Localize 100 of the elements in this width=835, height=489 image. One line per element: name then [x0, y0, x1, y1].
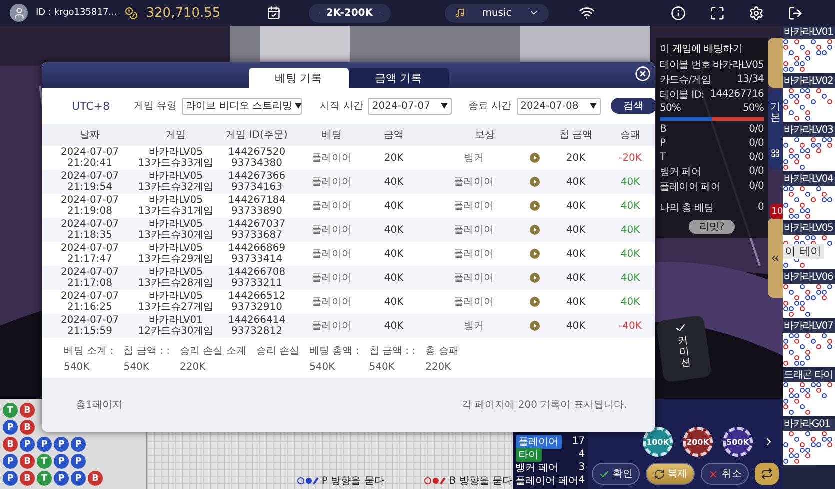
play-icon[interactable]: [530, 177, 540, 187]
limit-dropdown[interactable]: 2K-200K: [308, 4, 391, 22]
road-map[interactable]: [783, 39, 835, 73]
table-name[interactable]: 드래곤 타이: [783, 370, 835, 382]
play-icon[interactable]: [530, 225, 540, 235]
column-header: 칩 금액: [558, 130, 594, 140]
bet-value: 0/0: [749, 181, 764, 192]
close-icon[interactable]: [635, 66, 651, 82]
bet-label: 뱅커 페어: [660, 166, 702, 178]
road-map[interactable]: [783, 137, 835, 171]
road-map[interactable]: [783, 431, 835, 465]
play-icon[interactable]: [530, 201, 540, 211]
table-name[interactable]: 바카라LV06: [783, 272, 835, 284]
table-cell-text: 40K: [565, 224, 587, 236]
timezone-label: UTC+8: [72, 100, 110, 112]
road-map[interactable]: [783, 186, 835, 220]
info-icon[interactable]: [671, 6, 686, 20]
bead: B: [20, 471, 35, 486]
info-label: 테이블 ID:: [660, 88, 704, 102]
overlay-text: 이 테이: [783, 244, 824, 259]
bet-label: T: [660, 152, 666, 163]
table-cell-text: 40K: [565, 176, 587, 188]
bead: P: [54, 471, 69, 486]
table-cell-text: 40K: [565, 272, 587, 284]
road-map-drawing: [783, 333, 835, 367]
start-date-select[interactable]: 2024-07-07: [368, 98, 452, 114]
table-cell-text: 40K: [620, 176, 642, 188]
end-time-label: 종료 시간: [468, 100, 512, 113]
table-cell-text: 144266512 93732910: [227, 291, 287, 313]
table-cell-text: 플레이어: [453, 272, 495, 284]
music-dropdown[interactable]: music: [445, 4, 549, 22]
bead: P: [3, 471, 18, 486]
table-name[interactable]: 바카라LV05: [783, 223, 835, 235]
end-date-select[interactable]: 2024-07-08: [516, 98, 601, 114]
road-map[interactable]: [783, 88, 835, 122]
table-cell: 바카라LV05 13카드슈30게임: [138, 219, 214, 241]
stat-label: 플레이어: [516, 434, 562, 448]
table-cell-text: 144267037 93733687: [227, 219, 287, 241]
settings-icon[interactable]: [749, 6, 764, 20]
play-icon[interactable]: [530, 273, 540, 283]
table-name[interactable]: 바카라G01: [783, 419, 835, 431]
fullscreen-icon[interactable]: [710, 6, 725, 20]
stat-count: 4: [578, 475, 586, 486]
play-icon[interactable]: [530, 153, 540, 163]
table-cell-text: 40K: [565, 248, 587, 260]
road-hint[interactable]: P 방향을 묻다: [322, 474, 384, 488]
game-type-select[interactable]: 라이브 비디오 스트리밍: [182, 98, 302, 114]
exit-icon[interactable]: [788, 6, 803, 20]
table-name[interactable]: 바카라LV01: [783, 27, 835, 39]
table-cell-text: 40K: [383, 320, 405, 332]
table-cell: 바카라LV05 13카드슈32게임: [138, 171, 214, 193]
table-cell-text: 2024-07-07 21:15:59: [60, 315, 120, 337]
table-cell-text: 40K: [565, 296, 587, 308]
info-value: 144267716: [710, 89, 764, 100]
road-map-drawing: [783, 284, 835, 318]
table-cell-text: 40K: [620, 200, 642, 212]
table-cell-text: 40K: [383, 296, 405, 308]
dialog-tab[interactable]: 금액 기록: [348, 68, 448, 88]
bead: T: [37, 471, 52, 486]
table-cell-text: 2024-07-07 21:17:47: [60, 243, 120, 265]
cancel-button[interactable]: 취소: [700, 463, 749, 485]
chip[interactable]: 200K: [683, 427, 713, 457]
search-button[interactable]: 검색: [610, 98, 655, 114]
bet-value: 0/0: [749, 152, 764, 163]
table-name[interactable]: 바카라LV04: [783, 174, 835, 186]
bet-value: 0/0: [749, 138, 764, 149]
table-cell-text: 플레이어: [453, 200, 495, 212]
dialog-tab[interactable]: 베팅 기록: [248, 68, 348, 88]
table-cell-text: 144267184 93733890: [227, 195, 287, 217]
table-name[interactable]: 바카라LV03: [783, 125, 835, 137]
chip[interactable]: 100K: [643, 427, 673, 457]
refresh-icon: [654, 468, 665, 480]
bead: B: [88, 471, 103, 486]
caret-icon: [590, 103, 597, 109]
summary-value: 220K: [180, 362, 207, 373]
limit-button[interactable]: 리밋?: [689, 220, 735, 234]
table-cell-text: 플레이어: [453, 176, 495, 188]
play-icon[interactable]: [530, 321, 540, 331]
table-cell-text: 40K: [620, 248, 642, 260]
table-cell-text: 144267520 93734380: [227, 147, 287, 169]
collapse-tab[interactable]: [768, 218, 783, 298]
road-map[interactable]: [783, 284, 835, 318]
side-tab[interactable]: 기본: [768, 90, 783, 170]
road-map[interactable]: [783, 333, 835, 367]
calendar-icon[interactable]: [266, 6, 281, 20]
play-icon[interactable]: [530, 297, 540, 307]
table-name[interactable]: 바카라LV07: [783, 321, 835, 333]
road-map[interactable]: [783, 382, 835, 416]
chip[interactable]: 500K: [723, 427, 753, 457]
swap-button[interactable]: [755, 463, 779, 485]
confirm-button[interactable]: 확인: [592, 463, 640, 485]
column-header: 게임 ID(주문): [225, 130, 289, 140]
bet-label: B: [660, 124, 666, 135]
play-icon[interactable]: [530, 249, 540, 259]
road-map[interactable]: 이 테이: [783, 235, 835, 269]
page-note: 각 페이지에 200 기록이 표시됩니다.: [462, 399, 627, 412]
column-header: 승패: [620, 130, 642, 140]
road-hint[interactable]: B 방향을 묻다: [449, 474, 512, 488]
table-cell-text: 144266414 93732812: [227, 315, 287, 337]
table-name[interactable]: 바카라LV02: [783, 76, 835, 88]
